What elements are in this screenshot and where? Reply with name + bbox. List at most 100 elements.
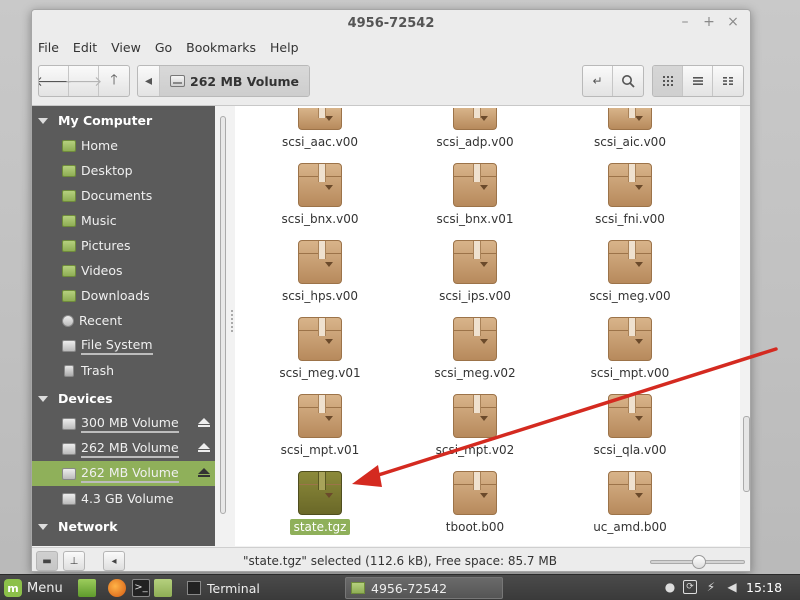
clock[interactable]: 15:18 xyxy=(746,580,782,595)
file-item[interactable]: scsi_meg.v00 xyxy=(565,240,695,304)
files-launcher-icon[interactable] xyxy=(154,579,172,597)
file-item[interactable]: scsi_mpt.v00 xyxy=(565,317,695,381)
sidebar-item-label: 262 MB Volume xyxy=(81,465,179,483)
file-item[interactable]: uc_amd.b00 xyxy=(565,471,695,535)
show-treeview-button[interactable]: ⊥ xyxy=(63,551,85,571)
collapse-triangle-icon xyxy=(38,523,48,530)
sidebar-scrollbar[interactable] xyxy=(220,106,228,546)
content-scrollbar[interactable] xyxy=(742,106,750,546)
sidebar-scrollbar-thumb[interactable] xyxy=(220,116,226,514)
file-item[interactable]: scsi_ips.v00 xyxy=(410,240,540,304)
home-folder-icon xyxy=(62,139,76,152)
file-name: scsi_mpt.v02 xyxy=(435,443,515,457)
zoom-slider-knob[interactable] xyxy=(691,555,706,569)
terminal-launcher-icon[interactable]: >_ xyxy=(132,579,150,597)
file-name: scsi_adp.v00 xyxy=(436,135,514,149)
menu-go[interactable]: Go xyxy=(155,40,172,55)
sidebar-item-trash[interactable]: Trash xyxy=(32,358,215,383)
file-item[interactable]: scsi_bnx.v01 xyxy=(410,163,540,227)
menu-help[interactable]: Help xyxy=(270,40,299,55)
file-item[interactable]: scsi_mpt.v01 xyxy=(255,394,385,458)
sidebar-item-videos[interactable]: Videos xyxy=(32,258,215,283)
pictures-folder-icon xyxy=(62,239,76,252)
file-name: scsi_bnx.v01 xyxy=(436,212,514,226)
hide-sidebar-button[interactable]: ◂ xyxy=(103,551,125,571)
file-item[interactable]: scsi_adp.v00 xyxy=(410,108,540,150)
sidebar-item-music[interactable]: Music xyxy=(32,208,215,233)
compact-view-button[interactable] xyxy=(713,66,743,96)
user-icon[interactable]: ● xyxy=(663,580,677,594)
show-desktop-icon[interactable] xyxy=(78,579,96,597)
archive-icon xyxy=(453,471,497,515)
sidebar-item-volume-262mb-2[interactable]: 262 MB Volume xyxy=(32,461,215,486)
icon-view-button[interactable] xyxy=(653,66,683,96)
sidebar-item-label: 4.3 GB Volume xyxy=(81,491,174,506)
taskbar-task-terminal[interactable]: Terminal xyxy=(182,577,337,599)
file-item[interactable]: scsi_meg.v01 xyxy=(255,317,385,381)
file-item[interactable]: tboot.b00 xyxy=(410,471,540,535)
file-item-selected[interactable]: state.tgz xyxy=(255,471,385,535)
file-item[interactable]: scsi_mpt.v02 xyxy=(410,394,540,458)
taskbar: m Menu >_ Terminal 4956-72542 ● ⟳ ⚡ ◀ 15… xyxy=(0,574,800,600)
eject-icon[interactable] xyxy=(198,468,210,477)
minimize-button[interactable]: – xyxy=(678,14,692,30)
eject-icon[interactable] xyxy=(198,418,210,427)
sidebar-toggle-icon: ◂ xyxy=(111,555,117,567)
section-my-computer[interactable]: My Computer xyxy=(32,108,215,133)
menu-view[interactable]: View xyxy=(111,40,141,55)
file-item[interactable]: scsi_hps.v00 xyxy=(255,240,385,304)
close-button[interactable]: × xyxy=(726,14,740,30)
file-item[interactable]: scsi_aic.v00 xyxy=(565,108,695,150)
start-menu-button[interactable]: m Menu xyxy=(4,578,63,598)
zoom-slider[interactable] xyxy=(650,555,745,569)
volume-icon[interactable]: ◀ xyxy=(725,580,739,594)
sidebar-item-label: Home xyxy=(81,138,118,153)
list-view-button[interactable] xyxy=(683,66,713,96)
network-icon[interactable]: ⚡ xyxy=(704,580,718,594)
sidebar-item-file-system[interactable]: File System xyxy=(32,333,215,358)
sidebar-item-desktop[interactable]: Desktop xyxy=(32,158,215,183)
breadcrumb-location-button[interactable]: 262 MB Volume xyxy=(160,66,310,96)
firefox-icon[interactable] xyxy=(108,579,126,597)
content-scrollbar-thumb[interactable] xyxy=(743,416,750,492)
sidebar-item-documents[interactable]: Documents xyxy=(32,183,215,208)
sidebar-item-label: Trash xyxy=(81,363,115,378)
taskbar-task-file-manager[interactable]: 4956-72542 xyxy=(345,577,503,599)
sidebar-item-volume-262mb-1[interactable]: 262 MB Volume xyxy=(32,436,215,461)
menu-file[interactable]: File xyxy=(38,40,59,55)
sidebar-item-label: Recent xyxy=(79,313,123,328)
sidebar-item-downloads[interactable]: Downloads xyxy=(32,283,215,308)
sidebar-item-volume-300mb[interactable]: 300 MB Volume xyxy=(32,411,215,436)
menu-edit[interactable]: Edit xyxy=(73,40,97,55)
file-item[interactable]: scsi_qla.v00 xyxy=(565,394,695,458)
menu-bookmarks[interactable]: Bookmarks xyxy=(186,40,256,55)
folder-icon: ▬ xyxy=(42,555,52,567)
maximize-button[interactable]: + xyxy=(702,14,716,30)
file-item[interactable]: scsi_bnx.v00 xyxy=(255,163,385,227)
toggle-location-entry-button[interactable]: ↵ xyxy=(583,66,613,96)
section-network[interactable]: Network xyxy=(32,514,215,539)
archive-icon xyxy=(453,108,497,130)
forward-button[interactable]: 🡒 xyxy=(65,66,102,96)
sidebar-item-volume-4-3gb[interactable]: 4.3 GB Volume xyxy=(32,486,215,511)
breadcrumb-left-button[interactable]: ◂ xyxy=(138,66,160,96)
sidebar-item-pictures[interactable]: Pictures xyxy=(32,233,215,258)
file-item[interactable]: scsi_fni.v00 xyxy=(565,163,695,227)
file-name: scsi_mpt.v01 xyxy=(280,443,360,457)
file-manager-window: 4956-72542 – + × File Edit View Go Bookm… xyxy=(31,9,751,572)
title-bar[interactable]: 4956-72542 – + × xyxy=(32,10,750,36)
file-item[interactable]: scsi_aac.v00 xyxy=(255,108,385,150)
eject-icon[interactable] xyxy=(198,443,210,452)
up-button[interactable]: 🡑 xyxy=(99,66,129,96)
file-name: state.tgz xyxy=(289,519,351,535)
sidebar-item-home[interactable]: Home xyxy=(32,133,215,158)
show-places-button[interactable]: ▬ xyxy=(36,551,58,571)
search-button[interactable] xyxy=(613,66,643,96)
pane-resize-handle[interactable] xyxy=(231,310,233,332)
file-item[interactable]: scsi_meg.v02 xyxy=(410,317,540,381)
drive-icon xyxy=(170,75,185,87)
update-manager-icon[interactable]: ⟳ xyxy=(683,580,697,594)
file-name: scsi_aac.v00 xyxy=(282,135,358,149)
section-devices[interactable]: Devices xyxy=(32,386,215,411)
sidebar-item-recent[interactable]: Recent xyxy=(32,308,215,333)
